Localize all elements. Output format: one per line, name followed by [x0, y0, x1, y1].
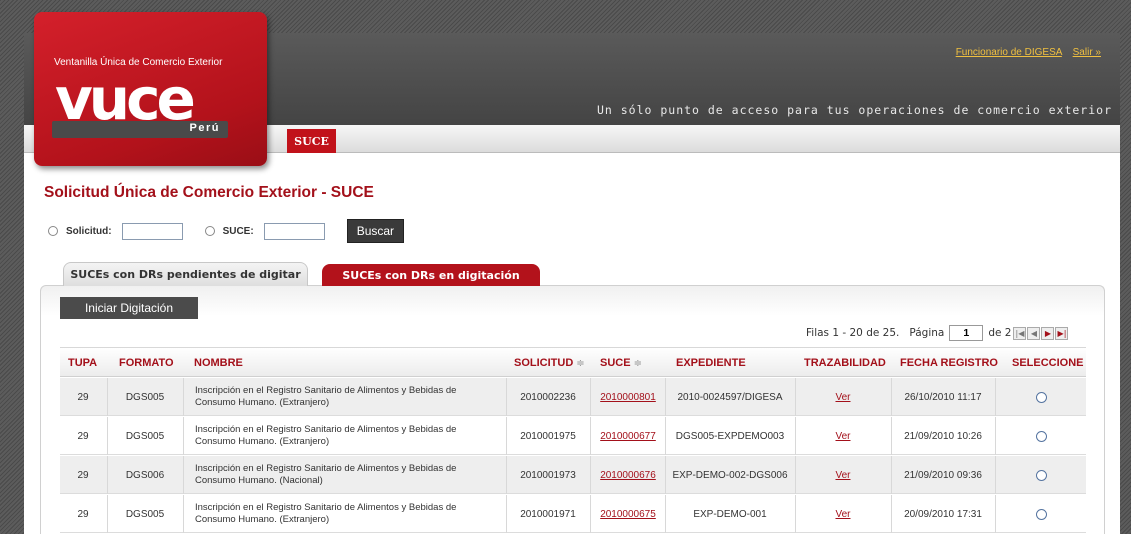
- col-suce-label: SUCE: [600, 357, 631, 369]
- suce-link[interactable]: 2010000677: [600, 431, 656, 442]
- table-row: 29 DGS005 Inscripción en el Registro San…: [60, 495, 1086, 533]
- cell-suce: 2010000801: [592, 378, 664, 416]
- ver-link[interactable]: Ver: [835, 392, 850, 403]
- col-fecha-registro: FECHA REGISTRO: [900, 357, 998, 369]
- cell-tupa: 29: [77, 391, 89, 403]
- cell-suce: 2010000677: [592, 417, 664, 455]
- col-expediente: EXPEDIENTE: [676, 357, 746, 369]
- next-page-icon[interactable]: ▶: [1041, 326, 1055, 340]
- cell-seleccione: [996, 456, 1086, 494]
- last-page-icon[interactable]: ▶|: [1055, 326, 1069, 340]
- ver-link[interactable]: Ver: [835, 431, 850, 442]
- logo-country: Perú: [189, 122, 220, 134]
- pager: Filas 1 - 20 de 25. Página de 2 |◀ ◀ ▶ ▶…: [806, 324, 1069, 342]
- table-row: 29 DGS005 Inscripción en el Registro San…: [60, 378, 1086, 416]
- pager-of-text: de 2: [988, 327, 1012, 339]
- suce-link[interactable]: 2010000676: [600, 470, 656, 481]
- pager-rows-text: Filas 1 - 20 de 25.: [806, 327, 900, 339]
- cell-solicitud: 2010001971: [520, 508, 576, 520]
- cell-fecha: 20/09/2010 17:31: [904, 508, 982, 520]
- cell-formato: DGS006: [125, 469, 165, 481]
- tagline: Un sólo punto de acceso para tus operaci…: [596, 103, 1112, 117]
- cell-expediente: 2010-0024597/DIGESA: [677, 391, 783, 403]
- table-row: 29 DGS006 Inscripción en el Registro San…: [60, 456, 1086, 494]
- select-radio[interactable]: [1035, 430, 1047, 442]
- col-suce[interactable]: SUCE ≑: [600, 357, 642, 369]
- solicitud-input[interactable]: [121, 222, 183, 240]
- cell-formato: DGS005: [125, 430, 165, 442]
- suce-link[interactable]: 2010000675: [600, 509, 656, 520]
- logo-wordmark: vuce: [55, 65, 196, 133]
- table-row: 29 DGS005 Inscripción en el Registro San…: [60, 417, 1086, 455]
- col-solicitud-label: SOLICITUD: [514, 357, 574, 369]
- logout-link[interactable]: Salir »: [1073, 47, 1101, 58]
- sort-icon[interactable]: ≑: [576, 358, 584, 369]
- cell-trazabilidad: Ver: [796, 378, 890, 416]
- pager-page-label: Página: [909, 327, 945, 339]
- suce-radio[interactable]: [204, 226, 215, 236]
- cell-fecha: 21/09/2010 10:26: [904, 430, 982, 442]
- iniciar-digitacion-button[interactable]: Iniciar Digitación: [60, 297, 198, 319]
- cell-solicitud: 2010001975: [520, 430, 576, 442]
- logo-country-bar: Perú: [52, 121, 228, 138]
- cell-trazabilidad: Ver: [796, 417, 890, 455]
- sort-icon[interactable]: ≑: [634, 358, 642, 369]
- cell-tupa: 29: [77, 469, 89, 481]
- select-radio[interactable]: [1035, 391, 1047, 403]
- vuce-logo[interactable]: Ventanilla Única de Comercio Exterior vu…: [34, 12, 267, 166]
- suce-input[interactable]: [263, 222, 325, 240]
- cell-expediente: EXP-DEMO-001: [693, 508, 767, 520]
- nav-tab-suce[interactable]: SUCE: [287, 129, 336, 153]
- col-formato: FORMATO: [119, 357, 174, 369]
- cell-seleccione: [996, 378, 1086, 416]
- search-button[interactable]: Buscar: [346, 219, 405, 243]
- table-header: TUPA FORMATO NOMBRE SOLICITUD ≑ SUCE ≑ EXP…: [60, 347, 1086, 377]
- page-number-input[interactable]: [949, 325, 984, 341]
- cell-suce: 2010000676: [592, 456, 664, 494]
- cell-trazabilidad: Ver: [796, 495, 890, 533]
- col-seleccione: SELECCIONE: [1012, 357, 1084, 369]
- cell-expediente: DGS005-EXPDEMO003: [675, 430, 785, 442]
- header-links: Funcionario de DIGESA Salir »: [948, 47, 1101, 58]
- ver-link[interactable]: Ver: [835, 509, 850, 520]
- select-radio[interactable]: [1035, 469, 1047, 481]
- cell-fecha: 26/10/2010 11:17: [904, 391, 982, 403]
- cell-seleccione: [996, 417, 1086, 455]
- cell-solicitud: 2010002236: [520, 391, 576, 403]
- cell-tupa: 29: [77, 430, 89, 442]
- cell-fecha: 21/09/2010 09:36: [904, 469, 982, 481]
- first-page-icon[interactable]: |◀: [1013, 326, 1027, 340]
- suce-label: SUCE:: [222, 225, 254, 237]
- select-radio[interactable]: [1035, 508, 1047, 520]
- prev-page-icon[interactable]: ◀: [1027, 326, 1041, 340]
- tab-en-digitacion[interactable]: SUCEs con DRs en digitación: [322, 264, 540, 286]
- page-title: Solicitud Única de Comercio Exterior - S…: [44, 184, 374, 201]
- solicitud-label: Solicitud:: [66, 225, 112, 237]
- cell-nombre: Inscripción en el Registro Sanitario de …: [195, 463, 457, 486]
- search-row: Solicitud: SUCE: Buscar: [48, 219, 405, 243]
- cell-formato: DGS005: [125, 508, 165, 520]
- cell-nombre: Inscripción en el Registro Sanitario de …: [195, 502, 457, 525]
- cell-suce: 2010000675: [592, 495, 664, 533]
- cell-trazabilidad: Ver: [796, 456, 890, 494]
- solicitud-radio[interactable]: [48, 226, 58, 236]
- cell-nombre: Inscripción en el Registro Sanitario de …: [195, 385, 457, 408]
- tab-pendientes[interactable]: SUCEs con DRs pendientes de digitar: [63, 262, 308, 286]
- cell-solicitud: 2010001973: [520, 469, 576, 481]
- user-link[interactable]: Funcionario de DIGESA: [956, 47, 1062, 58]
- cell-formato: DGS005: [125, 391, 165, 403]
- col-nombre: NOMBRE: [194, 357, 243, 369]
- col-trazabilidad: TRAZABILIDAD: [804, 357, 886, 369]
- cell-expediente: EXP-DEMO-002-DGS006: [672, 469, 788, 481]
- col-solicitud[interactable]: SOLICITUD ≑: [514, 357, 585, 369]
- col-tupa: TUPA: [68, 357, 98, 369]
- cell-tupa: 29: [77, 508, 89, 520]
- cell-seleccione: [996, 495, 1086, 533]
- ver-link[interactable]: Ver: [835, 470, 850, 481]
- cell-nombre: Inscripción en el Registro Sanitario de …: [195, 424, 457, 447]
- suce-link[interactable]: 2010000801: [600, 392, 656, 403]
